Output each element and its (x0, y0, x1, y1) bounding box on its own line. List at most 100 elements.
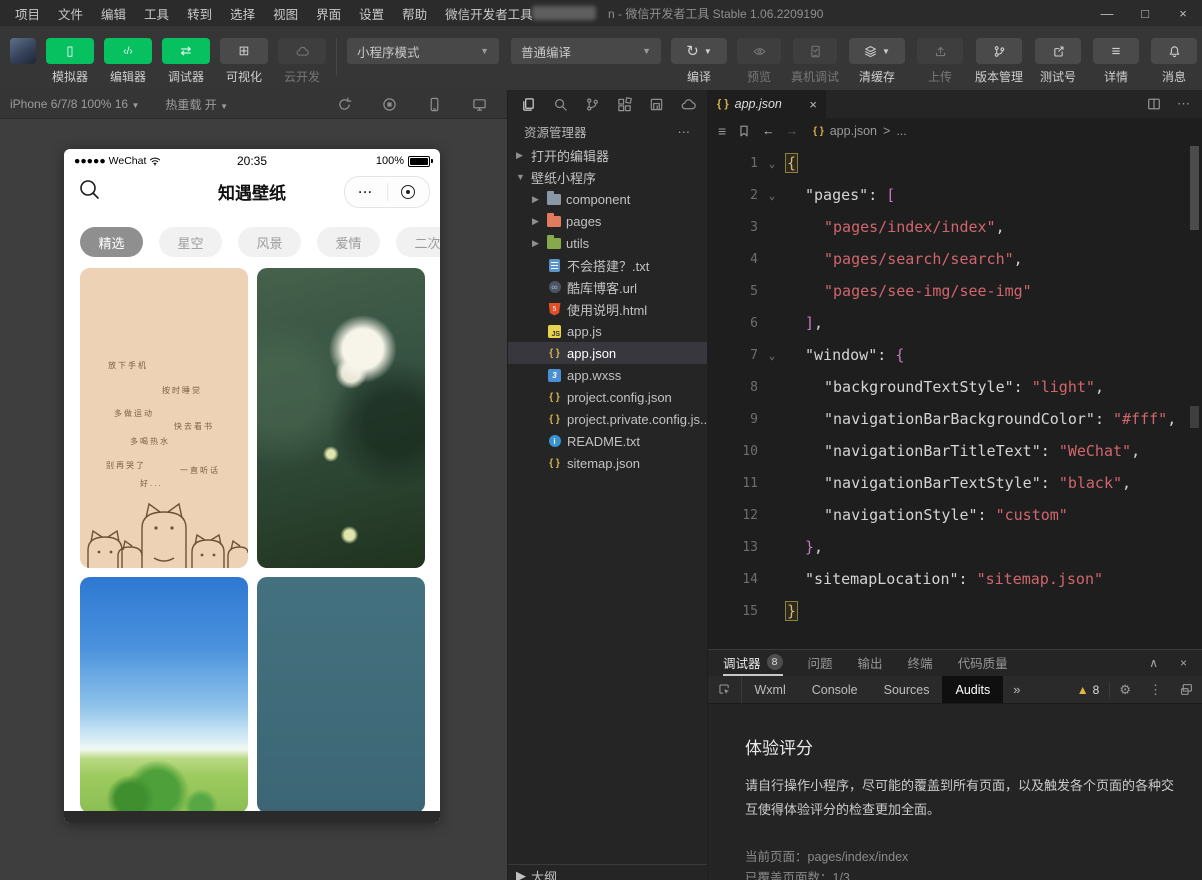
compile-mode-select[interactable]: 普通编译▼ (511, 38, 661, 64)
phone-outline-icon[interactable] (427, 97, 442, 112)
menu-item-视图[interactable]: 视图 (264, 4, 307, 23)
editor-scrollbar[interactable] (1190, 146, 1199, 230)
mode-select[interactable]: 小程序模式▼ (347, 38, 499, 64)
code-editor[interactable]: 1⌄{2⌄"pages": [3"pages/index/index",4"pa… (708, 144, 1202, 649)
tree-item-sitemap.json[interactable]: { }sitemap.json (508, 452, 707, 474)
extensions-icon[interactable] (617, 97, 632, 112)
menu-item-微信开发者工具[interactable]: 微信开发者工具 (436, 4, 542, 23)
bookmark-icon[interactable] (737, 124, 751, 138)
close-panel-icon[interactable]: × (1180, 656, 1187, 670)
tree-section-打开的编辑器[interactable]: ▶打开的编辑器 (508, 144, 707, 166)
close-tab-icon[interactable]: × (809, 97, 817, 112)
inspect-element-icon[interactable] (708, 676, 742, 703)
devtools-tab-Console[interactable]: Console (799, 676, 871, 703)
tree-item-component[interactable]: ▶component (508, 188, 707, 210)
devtools-overflow-icon[interactable]: » (1003, 676, 1030, 703)
toolbar-button-可视化[interactable]: ⊞可视化 (220, 38, 268, 85)
wallpaper-thumbnail-teal[interactable] (257, 577, 425, 813)
tree-item-app.js[interactable]: JSapp.js (508, 320, 707, 342)
menu-item-工具[interactable]: 工具 (135, 4, 178, 23)
record-icon[interactable] (382, 97, 397, 112)
tree-item-pages[interactable]: ▶pages (508, 210, 707, 232)
npm-icon[interactable] (649, 97, 664, 112)
category-tab-爱情[interactable]: 爱情 (317, 227, 380, 257)
toolbar-button-编译[interactable]: ↻▼编译 (671, 38, 727, 85)
user-avatar[interactable] (10, 38, 36, 64)
panel-tab-输出[interactable]: 输出 (858, 650, 883, 676)
tree-item-不会搭建？.txt[interactable]: 不会搭建？.txt (508, 254, 707, 276)
menu-item-设置[interactable]: 设置 (350, 4, 393, 23)
cloud-icon[interactable] (681, 97, 696, 112)
menu-item-界面[interactable]: 界面 (307, 4, 350, 23)
collapse-panel-icon[interactable]: ∧ (1149, 656, 1158, 670)
toolbar-button-消息[interactable]: 消息 (1151, 38, 1197, 85)
toolbar-button-云开发[interactable]: 云开发 (278, 38, 326, 85)
menu-item-文件[interactable]: 文件 (49, 4, 92, 23)
category-tab-二次[interactable]: 二次 (396, 227, 440, 257)
toolbar-button-测试号[interactable]: 测试号 (1035, 38, 1081, 85)
toolbar-button-预览[interactable]: 预览 (737, 38, 781, 85)
split-editor-icon[interactable] (1147, 97, 1161, 111)
panel-tab-代码质量[interactable]: 代码质量 (958, 650, 1008, 676)
tree-item-使用说明.html[interactable]: 5使用说明.html (508, 298, 707, 320)
editor-more-icon[interactable]: ⋯ (1177, 96, 1190, 112)
devtools-tab-Sources[interactable]: Sources (871, 676, 943, 703)
line-number: 9 (708, 412, 758, 427)
toolbar-button-上传[interactable]: 上传 (917, 38, 963, 85)
devtools-tab-Audits[interactable]: Audits (942, 676, 1003, 703)
panel-tab-问题[interactable]: 问题 (808, 650, 833, 676)
devtools-kebab-icon[interactable]: ⋮ (1140, 682, 1171, 698)
category-tab-风景[interactable]: 风景 (238, 227, 301, 257)
close-icon[interactable]: × (1164, 6, 1202, 21)
rotate-icon[interactable] (337, 97, 352, 112)
menu-item-选择[interactable]: 选择 (221, 4, 264, 23)
panel-tab-调试器[interactable]: 调试器8 (723, 650, 783, 676)
menu-icon[interactable]: ≡ (718, 123, 726, 139)
toolbar-button-编辑器[interactable]: ‹/›编辑器 (104, 38, 152, 85)
toolbar-button-详情[interactable]: ≡详情 (1093, 38, 1139, 85)
nav-back-icon[interactable]: ← (762, 124, 775, 138)
files-icon[interactable] (521, 97, 536, 112)
tree-item-app.wxss[interactable]: 3app.wxss (508, 364, 707, 386)
panel-tab-终端[interactable]: 终端 (908, 650, 933, 676)
undock-icon[interactable] (1171, 683, 1202, 696)
desktop-icon[interactable] (472, 97, 487, 112)
toolbar-button-真机调试[interactable]: 真机调试 (791, 38, 839, 85)
menu-item-编辑[interactable]: 编辑 (92, 4, 135, 23)
toolbar-button-清缓存[interactable]: ▼清缓存 (849, 38, 905, 85)
tree-item-app.json[interactable]: { }app.json (508, 342, 707, 364)
wallpaper-thumbnail-flower[interactable] (257, 268, 425, 568)
device-select[interactable]: iPhone 6/7/8 100% 16 ▼ (10, 97, 139, 111)
tree-item-project.private.config.js...[interactable]: { }project.private.config.js... (508, 408, 707, 430)
category-tab-精选[interactable]: 精选 (80, 227, 143, 257)
category-tab-星空[interactable]: 星空 (159, 227, 222, 257)
hot-reload-toggle[interactable]: 热重载 开 ▼ (165, 96, 228, 113)
toolbar-button-调试器[interactable]: ⇄调试器 (162, 38, 210, 85)
tree-item-utils[interactable]: ▶utils (508, 232, 707, 254)
tree-section-壁纸小程序[interactable]: ▼壁纸小程序 (508, 166, 707, 188)
minimize-icon[interactable]: — (1088, 6, 1126, 21)
devtools-settings-icon[interactable]: ⚙ (1110, 682, 1140, 698)
tree-item-酷库博客.url[interactable]: ∞酷库博客.url (508, 276, 707, 298)
menu-item-转到[interactable]: 转到 (178, 4, 221, 23)
breadcrumb[interactable]: { } app.json > ... (813, 124, 907, 138)
close-capsule-icon[interactable] (388, 185, 430, 199)
more-menu-icon[interactable]: ... (345, 189, 387, 195)
tab-app-json[interactable]: { } app.json × (708, 90, 826, 118)
warning-count[interactable]: ▲8 (1067, 683, 1110, 697)
tree-item-README.txt[interactable]: iREADME.txt (508, 430, 707, 452)
devtools-tab-Wxml[interactable]: Wxml (742, 676, 799, 703)
toolbar-button-版本管理[interactable]: 版本管理 (975, 38, 1023, 85)
menu-item-项目[interactable]: 项目 (6, 4, 49, 23)
wallpaper-thumbnail-poem[interactable]: 放下手机按时睡觉多做运动快去看书多喝热水别再哭了一直听话好... (80, 268, 248, 568)
search-icon[interactable] (553, 97, 568, 112)
wallpaper-thumbnail-sky[interactable] (80, 577, 248, 813)
outline-section[interactable]: ▶ 大纲 (508, 864, 707, 880)
branch-icon[interactable] (585, 97, 600, 112)
nav-forward-icon[interactable]: → (786, 124, 799, 138)
menu-item-帮助[interactable]: 帮助 (393, 4, 436, 23)
maximize-icon[interactable]: □ (1126, 6, 1164, 21)
toolbar-button-模拟器[interactable]: ▯模拟器 (46, 38, 94, 85)
tree-item-project.config.json[interactable]: { }project.config.json (508, 386, 707, 408)
explorer-more-icon[interactable]: ⋯ (678, 124, 692, 139)
